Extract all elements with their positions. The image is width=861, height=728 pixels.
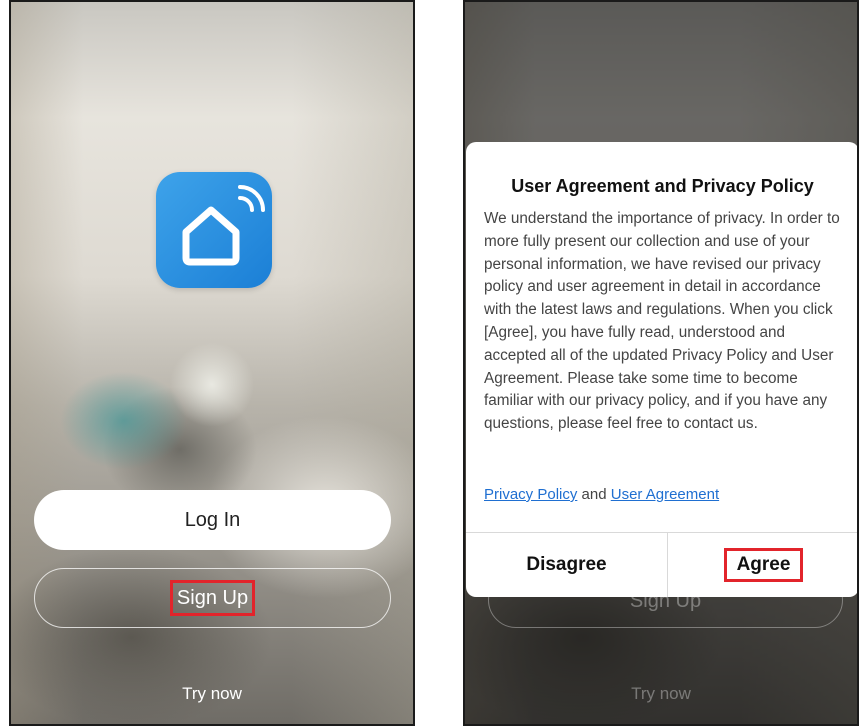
dialog-links: Privacy Policy and User Agreement xyxy=(484,486,719,503)
login-button-label: Log In xyxy=(184,508,241,531)
dialog-title: User Agreement and Privacy Policy xyxy=(511,176,814,196)
login-button[interactable]: Log In xyxy=(34,490,391,550)
try-now-link[interactable]: Try now xyxy=(11,684,413,704)
agreement-screen: Sign Up Try now User Agreement and Priva… xyxy=(463,0,859,726)
signup-button-label: Sign Up xyxy=(169,580,256,616)
disagree-button[interactable]: Disagree xyxy=(466,533,667,597)
smart-home-icon xyxy=(156,172,272,288)
login-screen: Log In Sign Up Try now xyxy=(9,0,415,726)
dialog-body: We understand the importance of privacy.… xyxy=(484,210,840,433)
background-try-now-link: Try now xyxy=(631,684,691,703)
disagree-label: Disagree xyxy=(526,554,607,575)
signup-button[interactable]: Sign Up xyxy=(34,568,391,628)
user-agreement-link[interactable]: User Agreement xyxy=(611,486,719,503)
agree-button[interactable]: Agree xyxy=(668,533,857,597)
privacy-policy-link[interactable]: Privacy Policy xyxy=(484,486,577,503)
privacy-policy-dialog: User Agreement and Privacy Policy We und… xyxy=(466,142,857,597)
agree-label: Agree xyxy=(723,548,804,582)
links-joiner: and xyxy=(581,486,607,503)
